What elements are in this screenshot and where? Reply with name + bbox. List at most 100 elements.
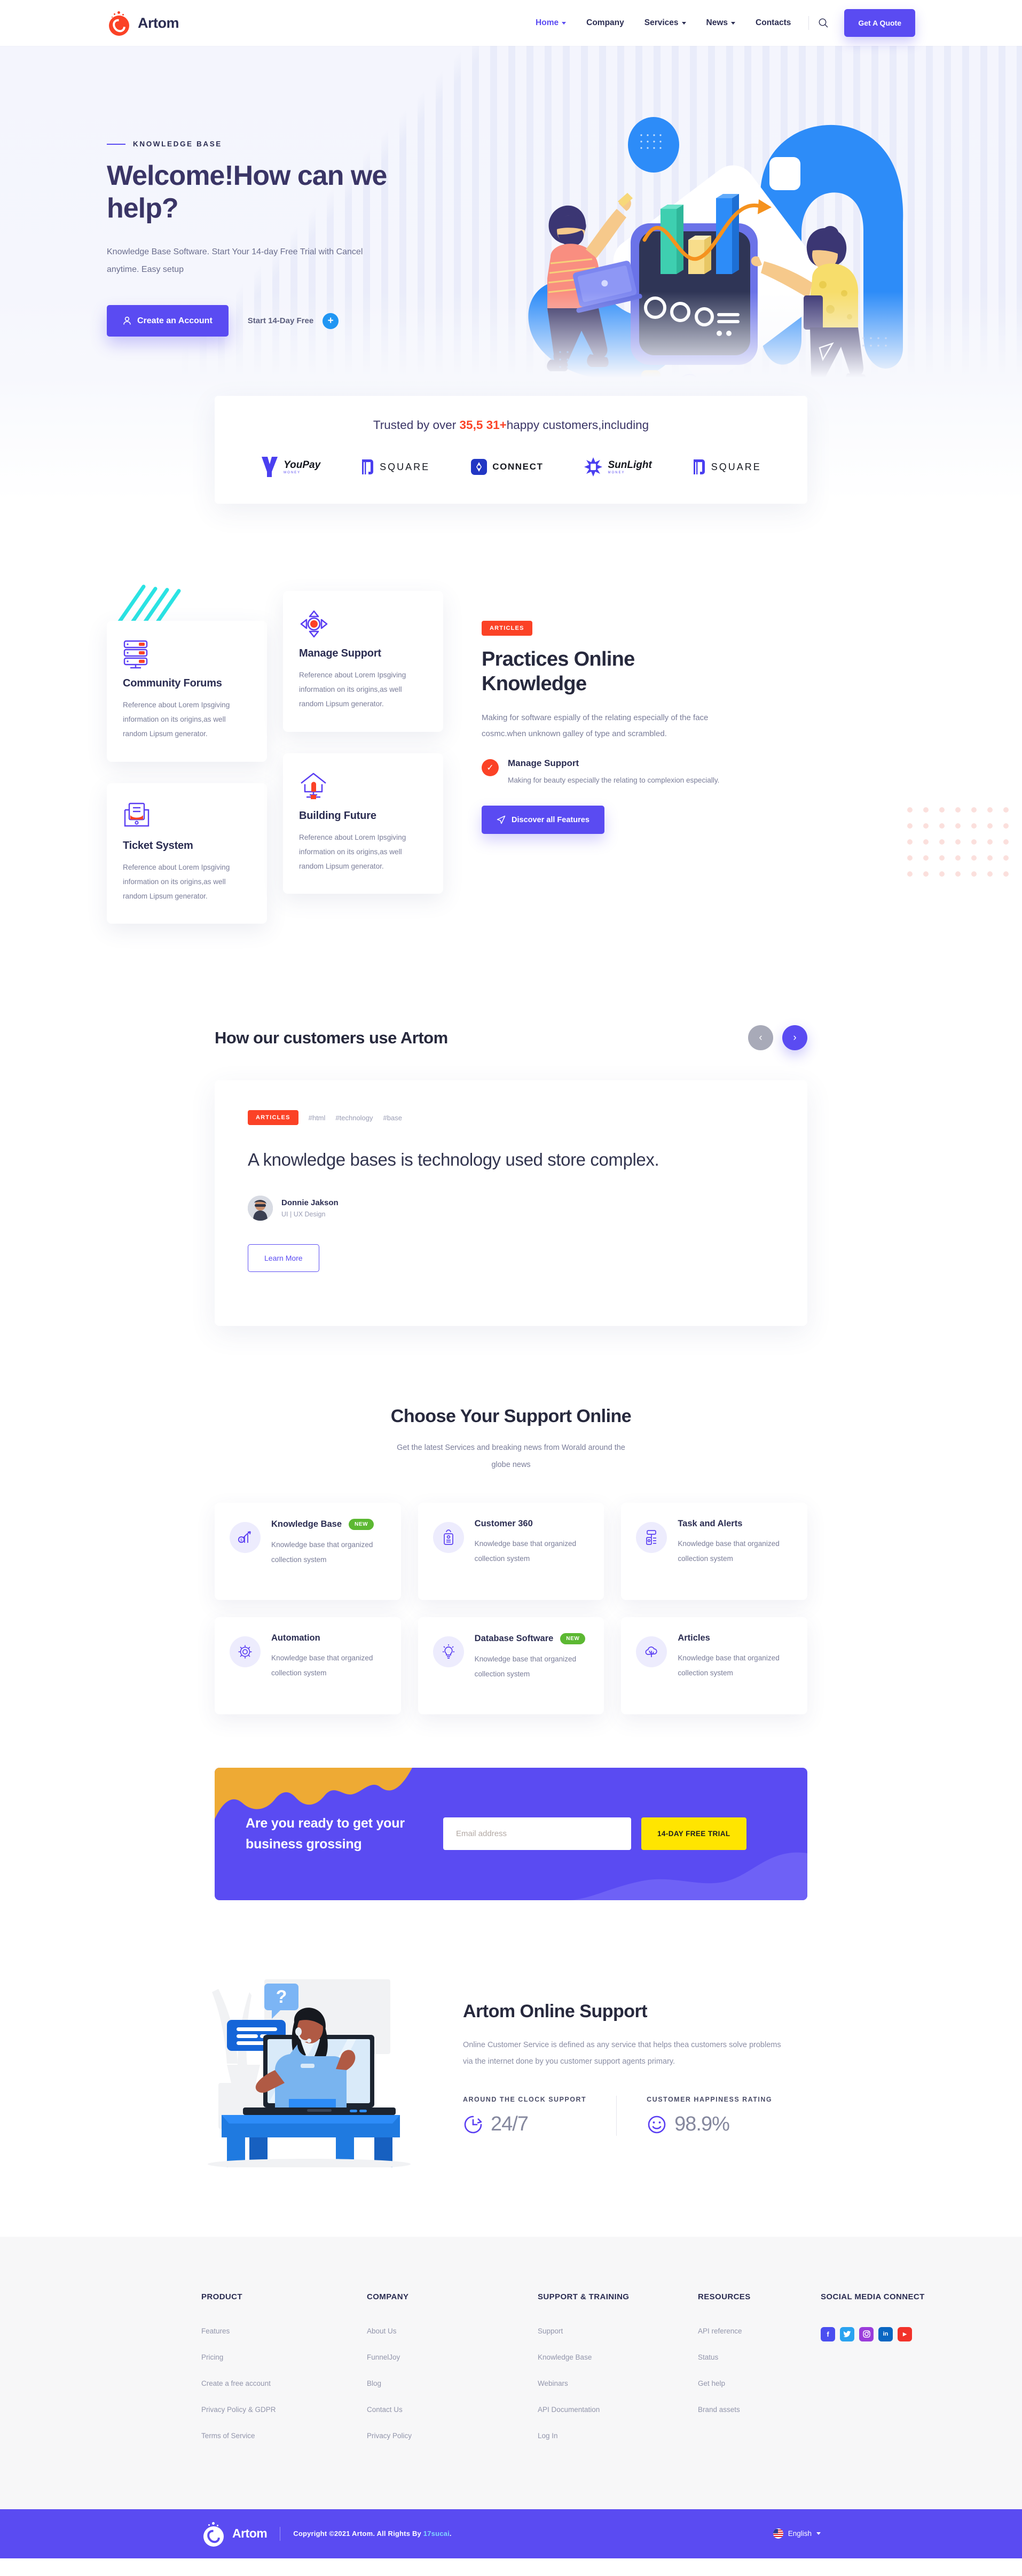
footer-link[interactable]: Knowledge Base	[538, 2353, 698, 2361]
support-card-title: Customer 360	[474, 1518, 533, 1528]
discover-features-label: Discover all Features	[512, 815, 589, 824]
footer-link[interactable]: Log In	[538, 2432, 698, 2440]
feature-highlight-body: Making for beauty especially the relatin…	[508, 776, 720, 785]
linkedin-icon[interactable]: in	[878, 2327, 893, 2341]
feature-highlight: ✓ Manage Support Making for beauty espec…	[482, 758, 733, 787]
learn-more-label: Learn More	[264, 1253, 303, 1262]
footer-link[interactable]: About Us	[367, 2327, 538, 2335]
trusted-count: 35,5 31+	[459, 418, 507, 432]
language-selector[interactable]: English	[773, 2528, 821, 2539]
footer-link[interactable]: Blog	[367, 2379, 538, 2387]
footer-link[interactable]: Features	[201, 2327, 367, 2335]
footer-column-support-training: SUPPORT & TRAINING Support Knowledge Bas…	[538, 2292, 698, 2458]
footer-link[interactable]: Get help	[698, 2379, 821, 2387]
footer-link[interactable]: Pricing	[201, 2353, 367, 2361]
footer-link[interactable]: Brand assets	[698, 2406, 821, 2414]
brand-logo[interactable]: Artom	[107, 10, 179, 36]
nav-label: News	[706, 18, 728, 27]
brand-name: Artom	[138, 14, 179, 31]
bottom-brand-logo[interactable]: Artom	[201, 2521, 268, 2547]
chevron-right-icon[interactable]: ›	[782, 1025, 807, 1051]
artom-logo-icon	[201, 2521, 227, 2547]
footer-link[interactable]: Contact Us	[367, 2406, 538, 2414]
chevron-left-icon[interactable]: ‹	[748, 1025, 773, 1051]
feature-card-ticket-system[interactable]: Ticket System Reference about Lorem Ipsg…	[107, 783, 267, 924]
create-account-label: Create an Account	[137, 316, 213, 325]
get-a-quote-button[interactable]: Get A Quote	[844, 9, 915, 37]
cta-form: 14-DAY FREE TRIAL	[443, 1817, 746, 1851]
connect-mark-icon	[471, 459, 488, 475]
nav-item-contacts[interactable]: Contacts	[745, 18, 801, 28]
testimonial-author-role: UI | UX Design	[281, 1210, 326, 1218]
email-field[interactable]	[443, 1817, 631, 1851]
features-panel-body: Making for software espially of the rela…	[482, 713, 709, 739]
support-card-knowledge-base[interactable]: $ Knowledge Base NEW Knowledge base that…	[215, 1502, 401, 1600]
nav-item-news[interactable]: News	[696, 18, 746, 28]
support-card-title: Database Software	[474, 1633, 554, 1643]
new-badge: NEW	[349, 1518, 374, 1530]
nav-item-home[interactable]: Home	[525, 18, 576, 28]
cta-heading: Are you ready to get your business gross…	[246, 1816, 405, 1852]
footer-link[interactable]: Terms of Service	[201, 2432, 367, 2440]
site-header: Artom Home Company Services News Contact…	[0, 0, 1022, 46]
support-card-automation[interactable]: Automation Knowledge base that organized…	[215, 1617, 401, 1714]
footer-column-resources: RESOURCES API reference Status Get help …	[698, 2292, 821, 2458]
kicker-line	[107, 143, 125, 145]
support-card-articles[interactable]: Articles Knowledge base that organized c…	[621, 1617, 807, 1714]
learn-more-button[interactable]: Learn More	[248, 1244, 319, 1272]
free-trial-button[interactable]: 14-DAY FREE TRIAL	[641, 1817, 746, 1851]
twitter-icon[interactable]	[840, 2327, 854, 2341]
support-card-body: Knowledge base that organized collection…	[271, 1653, 373, 1677]
facebook-icon[interactable]: f	[821, 2327, 835, 2341]
footer-column-company: COMPANY About Us FunnelJoy Blog Contact …	[367, 2292, 538, 2458]
footer-link[interactable]: Privacy Policy & GDPR	[201, 2406, 367, 2414]
footer-link[interactable]: API reference	[698, 2327, 821, 2335]
chevron-down-icon	[562, 21, 567, 25]
footer-link[interactable]: Webinars	[538, 2379, 698, 2387]
feature-card-title: Community Forums	[123, 677, 222, 689]
online-support-heading: Artom Online Support	[463, 2001, 648, 2021]
copyright-link[interactable]: 17sucai	[423, 2530, 450, 2538]
support-card-customer-360[interactable]: Customer 360 Knowledge base that organiz…	[418, 1502, 604, 1600]
youtube-icon[interactable]: ▶	[898, 2327, 912, 2341]
clock-icon	[464, 2116, 482, 2133]
chevron-down-icon	[816, 2532, 821, 2535]
footer-link[interactable]: Status	[698, 2353, 821, 2361]
new-badge: NEW	[560, 1633, 586, 1644]
instagram-icon[interactable]	[859, 2327, 874, 2341]
footer-link[interactable]: API Documentation	[538, 2406, 698, 2414]
footer-link[interactable]: Privacy Policy	[367, 2432, 538, 2440]
cloud-plant-icon	[636, 1636, 667, 1667]
nav-label: Home	[536, 18, 559, 27]
support-card-body: Knowledge base that organized collection…	[678, 1653, 780, 1677]
get-a-quote-label: Get A Quote	[858, 19, 901, 27]
discover-features-button[interactable]: Discover all Features	[482, 806, 604, 834]
testimonial-tag[interactable]: #html	[309, 1114, 326, 1122]
nav-item-services[interactable]: Services	[634, 18, 696, 28]
features-panel-title: Practices Online Knowledge	[482, 648, 635, 695]
hero-actions: Create an Account Start 14-Day Free +	[107, 305, 449, 337]
create-account-button[interactable]: Create an Account	[107, 305, 229, 337]
feature-card-manage-support[interactable]: Manage Support Reference about Lorem Ips…	[283, 591, 443, 732]
footer-link[interactable]: Support	[538, 2327, 698, 2335]
landing-page: Artom Home Company Services News Contact…	[0, 0, 1022, 2558]
support-card-database-software[interactable]: Database Software NEW Knowledge base tha…	[418, 1617, 604, 1714]
start-free-trial-link[interactable]: Start 14-Day Free +	[248, 313, 339, 329]
nav-item-company[interactable]: Company	[576, 18, 634, 28]
alert-tower-icon	[636, 1521, 667, 1553]
support-card-task-and-alerts[interactable]: Task and Alerts Knowledge base that orga…	[621, 1502, 807, 1600]
language-label: English	[788, 2530, 812, 2538]
feature-card-body: Reference about Lorem Ipsgiving informat…	[123, 863, 230, 900]
trusted-section: Trusted by over 35,5 31+happy customers,…	[0, 396, 1022, 560]
feature-card-body: Reference about Lorem Ipsgiving informat…	[299, 671, 406, 708]
feature-card-community-forums[interactable]: Community Forums Reference about Lorem I…	[107, 621, 267, 762]
lightbulb-icon	[433, 1636, 464, 1667]
testimonial-tag[interactable]: #base	[383, 1114, 402, 1122]
client-logo-label: CONNECT	[492, 462, 544, 472]
feature-card-building-future[interactable]: Building Future Reference about Lorem Ip…	[283, 753, 443, 894]
testimonial-tag[interactable]: #technology	[335, 1114, 373, 1122]
footer-link[interactable]: FunnelJoy	[367, 2353, 538, 2361]
search-icon[interactable]	[816, 16, 830, 30]
footer-link[interactable]: Create a free account	[201, 2379, 367, 2387]
youtube-glyph: ▶	[903, 2331, 907, 2337]
